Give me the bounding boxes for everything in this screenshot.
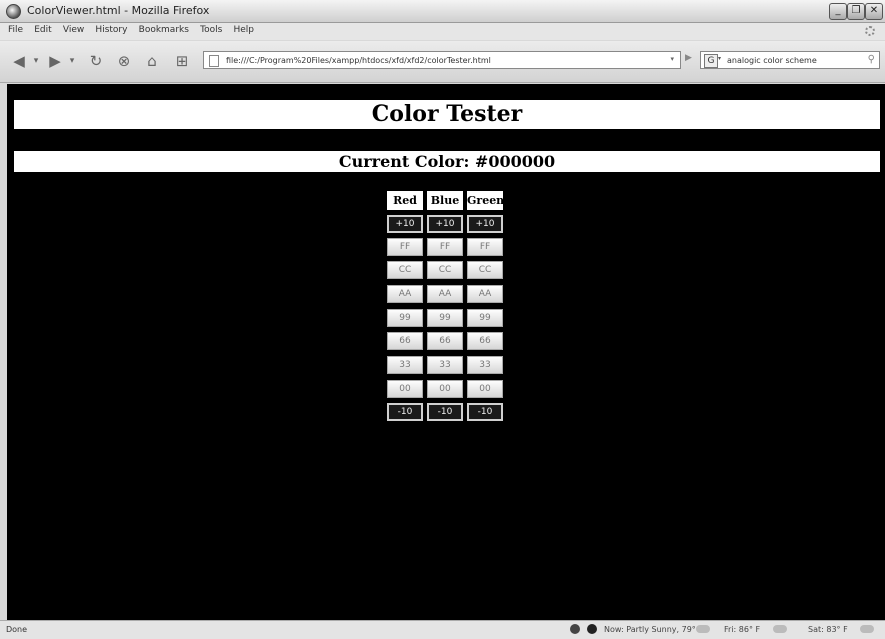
blue-ff-button[interactable]: FF <box>427 238 463 256</box>
rain-cloud-icon <box>860 625 874 633</box>
current-color-display: Current Color: #000000 <box>14 151 880 172</box>
column-header-red: Red <box>387 191 423 210</box>
addon-icon[interactable] <box>570 624 580 634</box>
green-cc-button[interactable]: CC <box>467 261 503 279</box>
search-input[interactable] <box>727 53 857 67</box>
menu-tools[interactable]: Tools <box>200 25 222 35</box>
red-00-button[interactable]: 00 <box>387 380 423 398</box>
red-plus10-button[interactable]: +10 <box>387 215 423 233</box>
back-dropdown-icon[interactable]: ▾ <box>31 50 41 72</box>
red-aa-button[interactable]: AA <box>387 285 423 303</box>
throbber-icon <box>865 26 875 36</box>
menu-bookmarks[interactable]: Bookmarks <box>139 25 189 35</box>
cloud-icon <box>773 625 787 633</box>
blue-33-button[interactable]: 33 <box>427 356 463 374</box>
window-title: ColorViewer.html - Mozilla Firefox <box>27 4 210 17</box>
address-bar[interactable]: ▾ <box>203 51 681 69</box>
back-icon[interactable]: ◀ <box>8 50 30 72</box>
forward-dropdown-icon[interactable]: ▾ <box>67 50 77 72</box>
menu-edit[interactable]: Edit <box>34 25 51 35</box>
navigation-toolbar: ◀ ▾ ▶ ▾ ↻ ⊗ ⌂ ⊞ ▾ ▶ G ▾ ⚲ <box>0 41 885 83</box>
green-66-button[interactable]: 66 <box>467 332 503 350</box>
blue-aa-button[interactable]: AA <box>427 285 463 303</box>
engine-dropdown-icon[interactable]: ▾ <box>718 55 721 62</box>
minimize-button[interactable]: _ <box>829 3 847 20</box>
page-content: Color Tester Current Color: #000000 Red … <box>7 84 885 620</box>
home-icon[interactable]: ⌂ <box>141 50 163 72</box>
stop-icon[interactable]: ⊗ <box>113 50 135 72</box>
red-ff-button[interactable]: FF <box>387 238 423 256</box>
url-input[interactable] <box>226 53 646 67</box>
blue-00-button[interactable]: 00 <box>427 380 463 398</box>
forward-icon[interactable]: ▶ <box>44 50 66 72</box>
firefox-icon <box>6 4 21 19</box>
weather-saturday: Sat: 83° F <box>808 625 848 634</box>
menu-bar: File Edit View History Bookmarks Tools H… <box>0 23 885 40</box>
menu-view[interactable]: View <box>63 25 84 35</box>
red-minus10-button[interactable]: -10 <box>387 403 423 421</box>
red-99-button[interactable]: 99 <box>387 309 423 327</box>
green-plus10-button[interactable]: +10 <box>467 215 503 233</box>
url-dropdown-icon[interactable]: ▾ <box>670 55 674 63</box>
status-bar: Done Now: Partly Sunny, 79° F Fri: 86° F… <box>0 620 885 639</box>
blue-66-button[interactable]: 66 <box>427 332 463 350</box>
google-engine-icon[interactable]: G <box>704 54 718 68</box>
blue-cc-button[interactable]: CC <box>427 261 463 279</box>
search-icon[interactable]: ⚲ <box>868 54 875 65</box>
partly-sunny-icon <box>696 625 710 633</box>
blue-plus10-button[interactable]: +10 <box>427 215 463 233</box>
red-cc-button[interactable]: CC <box>387 261 423 279</box>
window-title-bar: ColorViewer.html - Mozilla Firefox _ ❐ ✕ <box>0 0 885 23</box>
green-99-button[interactable]: 99 <box>467 309 503 327</box>
menu-history[interactable]: History <box>95 25 127 35</box>
restore-button[interactable]: ❐ <box>847 3 865 20</box>
column-header-green: Green <box>467 191 504 210</box>
menu-file[interactable]: File <box>8 25 23 35</box>
search-box[interactable]: G ▾ ⚲ <box>700 51 880 69</box>
column-header-blue: Blue <box>427 191 463 210</box>
green-ff-button[interactable]: FF <box>467 238 503 256</box>
green-minus10-button[interactable]: -10 <box>467 403 503 421</box>
green-33-button[interactable]: 33 <box>467 356 503 374</box>
go-icon[interactable]: ▶ <box>685 53 692 63</box>
weather-now: Now: Partly Sunny, 79° F <box>604 625 703 634</box>
status-text: Done <box>6 625 28 634</box>
page-icon <box>209 55 219 67</box>
blue-99-button[interactable]: 99 <box>427 309 463 327</box>
red-33-button[interactable]: 33 <box>387 356 423 374</box>
page-title: Color Tester <box>14 100 880 129</box>
weather-icon[interactable] <box>587 624 597 634</box>
new-tab-icon[interactable]: ⊞ <box>171 50 193 72</box>
green-00-button[interactable]: 00 <box>467 380 503 398</box>
reload-icon[interactable]: ↻ <box>85 50 107 72</box>
menu-help[interactable]: Help <box>233 25 254 35</box>
green-aa-button[interactable]: AA <box>467 285 503 303</box>
red-66-button[interactable]: 66 <box>387 332 423 350</box>
blue-minus10-button[interactable]: -10 <box>427 403 463 421</box>
weather-friday: Fri: 86° F <box>724 625 761 634</box>
close-button[interactable]: ✕ <box>865 3 883 20</box>
